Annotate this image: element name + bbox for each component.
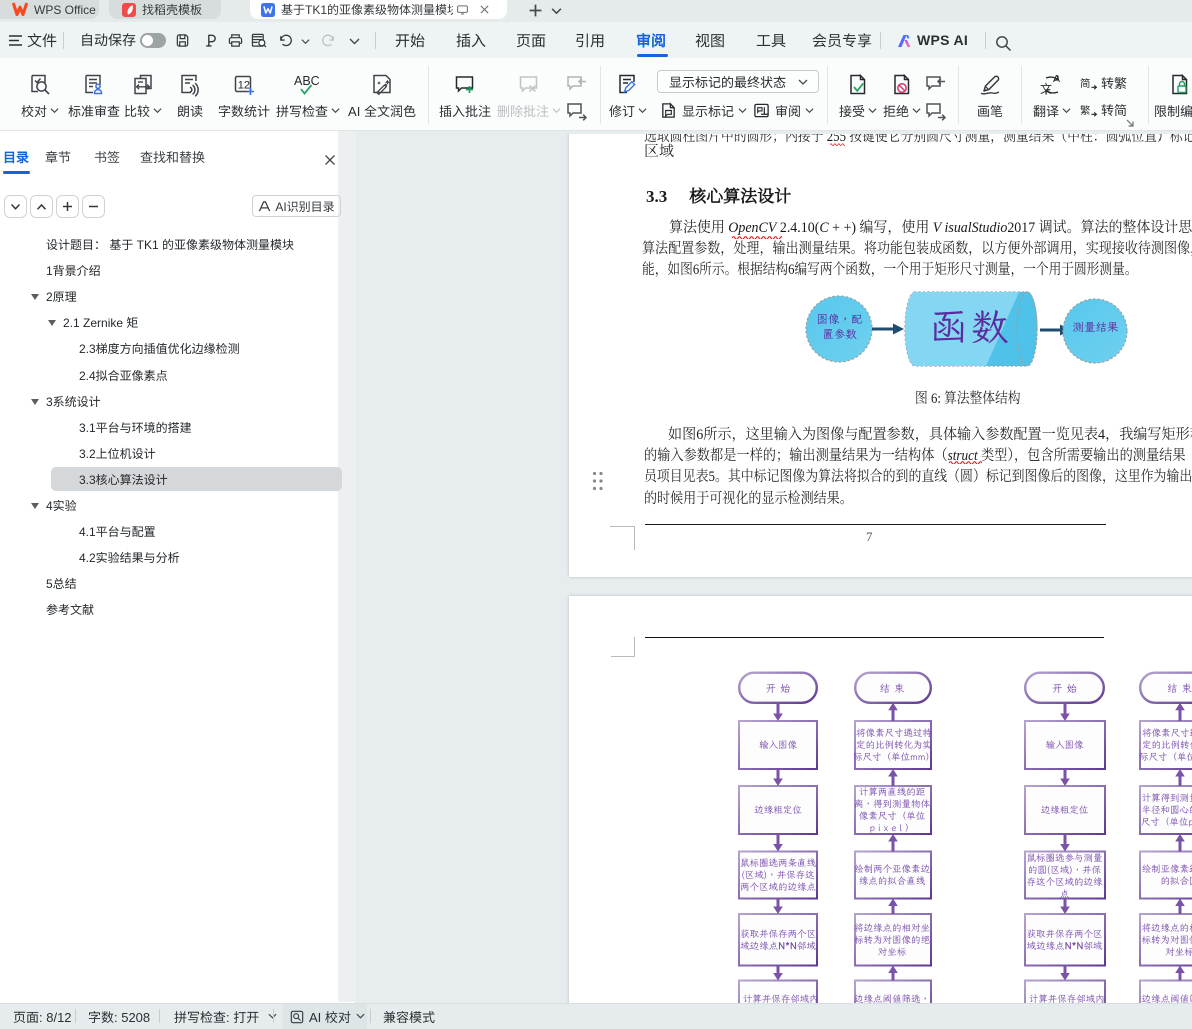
svg-text:ABC: ABC [294, 74, 320, 88]
svg-text:简: 简 [1080, 75, 1090, 90]
svg-text:12: 12 [238, 80, 250, 92]
svg-text:繁: 繁 [1080, 102, 1091, 117]
